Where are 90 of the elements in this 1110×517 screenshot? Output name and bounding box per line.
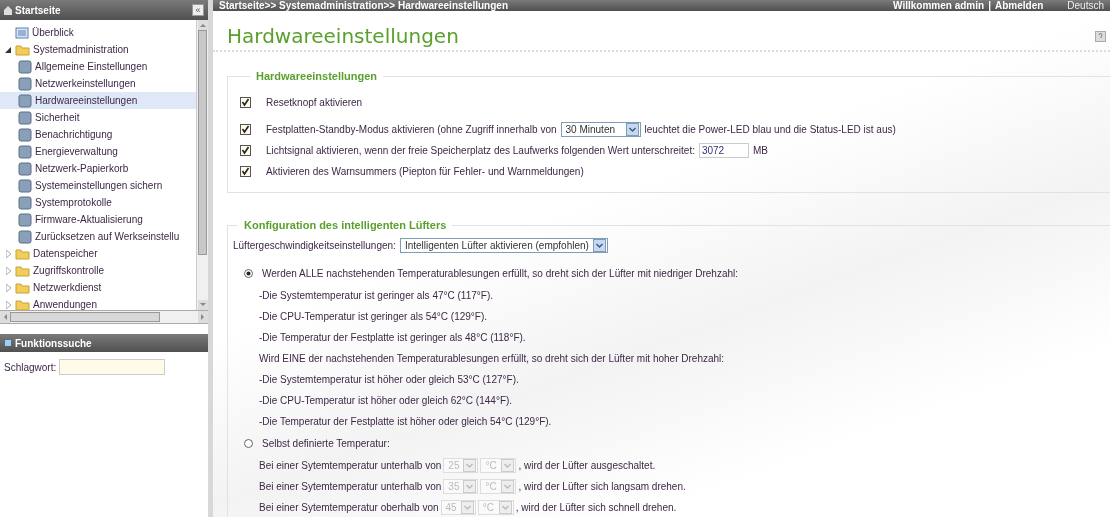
folder-icon [15, 264, 30, 277]
tree-item[interactable]: Zugriffskontrolle [0, 262, 196, 279]
checkbox[interactable] [240, 166, 251, 177]
condition-text: -Die Temperatur der Festplatte ist geringer als 48°C (118°F). [259, 332, 526, 343]
tree-item-label: Netzwerk-Papierkorb [35, 163, 129, 174]
rule-text: Bei einer Sytemtemperatur oberhalb von [259, 502, 439, 513]
separator-text: | [988, 0, 991, 11]
option-label: Lichtsignal aktivieren, wenn der freie Speicherplatz des Laufwerks folgenden Wert unterschreitet: [266, 145, 695, 156]
tree-item[interactable]: Systemprotokolle [0, 194, 196, 211]
page-title: Hardwareeinstellungen [227, 24, 459, 48]
duration-dropdown[interactable]: 30 Minuten [560, 122, 641, 137]
panel-title: Funktionssuche [15, 337, 92, 349]
field-label: Lüftergeschwindigkeitseinstellungen: [233, 240, 396, 251]
option-label: Resetknopf aktivieren [266, 97, 363, 108]
radio-button[interactable] [244, 439, 253, 448]
radio-button[interactable] [244, 269, 253, 278]
tree-item-label: Zugriffskontrolle [33, 265, 104, 276]
condition-text: -Die CPU-Temperatur ist geringer als 54°C (129°F). [259, 311, 488, 322]
group-title: Konfiguration des intelligenten Lüfters [243, 219, 448, 231]
scroll-right-icon [198, 311, 208, 323]
option-label: Aktivieren des Warnsummers (Piepton für Fehler- und Warnmeldungen) [266, 166, 584, 177]
tree-item-label: Hardwareeinstellungen [35, 95, 138, 106]
tree-item[interactable]: Überblick [0, 24, 196, 41]
tree-item[interactable]: Netzwerk-Papierkorb [0, 160, 196, 177]
tree-item-label: Firmware-Aktualisierung [35, 214, 143, 225]
checkbox[interactable] [240, 124, 251, 135]
radio-label: Werden ALLE nachstehenden Temperaturablesungen erfüllt, so dreht sich der Lüfter mit niedriger Drehzahl: [262, 268, 739, 279]
option-label: leuchtet die Power-LED blau und die Status-LED ist aus) [644, 124, 896, 135]
vertical-scrollbar[interactable] [196, 20, 208, 310]
tree-item-label: Benachrichtigung [35, 129, 113, 140]
tree-item[interactable]: Systemadministration [0, 41, 196, 58]
rule-text: , wird der Lüfter ausgeschaltet. [518, 460, 656, 471]
rule-text: Bei einer Sytemtemperatur unterhalb von [259, 481, 442, 492]
condition-text: -Die CPU-Temperatur ist höher oder gleich 62°C (144°F). [259, 395, 513, 406]
tree-item-label: Netzwerkdienst [33, 282, 102, 293]
tree-item-label: Überblick [32, 27, 74, 38]
tree-item[interactable]: Energieverwaltung [0, 143, 196, 160]
tree-item[interactable]: Datenspeicher [0, 245, 196, 262]
condition-text: -Die Systemtemperatur ist geringer als 47°C (117°F). [259, 290, 493, 301]
tree-item-label: Sicherheit [35, 112, 80, 123]
tree-item-label: Systemprotokolle [35, 197, 112, 208]
condition-text: -Die Temperatur der Festplatte ist höher oder gleich 54°C (129°F). [259, 416, 552, 427]
tree-item-label: Energieverwaltung [35, 146, 118, 157]
keyword-field[interactable] [59, 359, 166, 375]
language-link[interactable]: Deutsch [1067, 0, 1104, 11]
list-icon [15, 26, 29, 39]
welcome-text: Willkommen admin [893, 0, 985, 11]
tree-item-label: Datenspeicher [33, 248, 98, 259]
tree-item[interactable]: Benachrichtigung [0, 126, 196, 143]
checkbox[interactable] [240, 145, 251, 156]
tree-item-label: Systemeinstellungen sichern [35, 180, 163, 191]
scroll-down-icon [197, 300, 208, 310]
rule-text: , wird der Lüfter sich schnell drehen. [515, 502, 677, 513]
tree-item-label: Zurücksetzen auf Werkseinstellu [35, 231, 180, 242]
tree-item[interactable]: Firmware-Aktualisierung [0, 211, 196, 228]
tree-item-label: Anwendungen [33, 299, 97, 310]
folder-icon [15, 281, 30, 294]
fan-speed-dropdown[interactable]: Intelligenten Lüfter aktivieren (empfohlen) [399, 238, 608, 253]
tree-item[interactable]: Netzwerkeinstellungen [0, 75, 196, 92]
horizontal-scrollbar[interactable] [0, 311, 208, 324]
tree-item-label: Allgemeine Einstellungen [35, 61, 148, 72]
checkbox[interactable] [240, 97, 251, 108]
tree-item[interactable]: Anwendungen [0, 296, 196, 310]
sidebar-title: Startseite [15, 4, 61, 16]
condition-text: -Die Systemtemperatur ist höher oder gleich 53°C (127°F). [259, 374, 519, 385]
logout-link[interactable]: Abmelden [994, 0, 1044, 11]
field-label: Schlagwort: [4, 361, 57, 373]
tree-item[interactable]: Allgemeine Einstellungen [0, 58, 196, 75]
tree-item[interactable]: Sicherheit [0, 109, 196, 126]
tree-item-label: Systemadministration [33, 44, 129, 55]
group-title: Hardwareeinstellungen [255, 70, 379, 82]
condition-text: Wird EINE der nachstehenden Temperaturablesungen erfüllt, so dreht sich der Lüfter mit hoher Drehzahl: [259, 353, 725, 364]
home-icon [4, 5, 12, 15]
tree-item[interactable]: Zurücksetzen auf Werkseinstellu [0, 228, 196, 245]
folder-icon [15, 43, 30, 56]
option-label: Festplatten-Standby-Modus aktivieren (ohne Zugriff innerhalb von [266, 124, 557, 135]
tree-item[interactable]: Netzwerkdienst [0, 279, 196, 296]
unit-label: MB [752, 145, 768, 156]
rule-text: Bei einer Sytemtemperatur unterhalb von [259, 460, 442, 471]
size-field[interactable]: 3072 [698, 143, 749, 158]
tree-item-label: Netzwerkeinstellungen [35, 78, 136, 89]
tree-item[interactable]: Systemeinstellungen sichern [0, 177, 196, 194]
rule-text: , wird der Lüfter sich langsam drehen. [518, 481, 686, 492]
scroll-up-icon [197, 20, 208, 30]
collapse-button[interactable]: « [192, 4, 204, 16]
breadcrumb: Startseite>> Systemadministration>> Hardwareeinstellungen [219, 0, 508, 11]
radio-label: Selbst definierte Temperatur: [262, 438, 390, 449]
folder-icon [15, 247, 30, 260]
tree-item[interactable]: Hardwareeinstellungen [0, 92, 196, 109]
help-icon [1095, 30, 1106, 42]
